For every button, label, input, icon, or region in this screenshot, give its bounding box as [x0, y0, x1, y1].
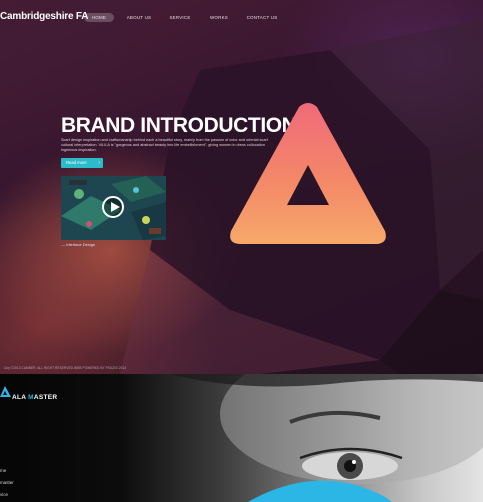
play-icon[interactable]	[102, 196, 124, 218]
side-menu-service[interactable]: vice	[0, 492, 8, 497]
brand-suffix: ASTER	[33, 394, 58, 401]
nav-home[interactable]: HOME	[84, 13, 114, 22]
nav-service[interactable]: SERVICE	[166, 13, 194, 22]
video-caption: — Interface Design	[61, 242, 96, 247]
hero-section: Cambridgeshire FA HOME ABOUT US SERVICE …	[0, 0, 483, 374]
chevron-right-icon: ›	[98, 160, 100, 166]
brand-name[interactable]: ALA MASTER	[12, 394, 57, 401]
triangle-logo-icon	[230, 103, 386, 244]
side-menu-home[interactable]: me	[0, 468, 6, 473]
brand-prefix: ALA	[12, 394, 29, 401]
copyright-text: Coy ©2013 CAMBER. ALL RIGHT RESERVED.WEB…	[4, 366, 127, 370]
master-section: ALA MASTER me master vice	[0, 374, 483, 502]
site-logo[interactable]: Cambridgeshire FA	[0, 11, 88, 22]
nav-about-us[interactable]: ABOUT US	[124, 13, 154, 22]
side-menu-master[interactable]: master	[0, 480, 14, 485]
video-thumbnail[interactable]	[61, 176, 166, 240]
nav-works[interactable]: WORKS	[206, 13, 232, 22]
nav-contact-us[interactable]: CONTACT US	[244, 13, 280, 22]
read-more-button[interactable]: Read more ›	[61, 158, 103, 168]
portrait-photo	[170, 374, 483, 502]
read-more-label: Read more	[66, 160, 87, 165]
brand-triangle-icon	[0, 386, 11, 397]
